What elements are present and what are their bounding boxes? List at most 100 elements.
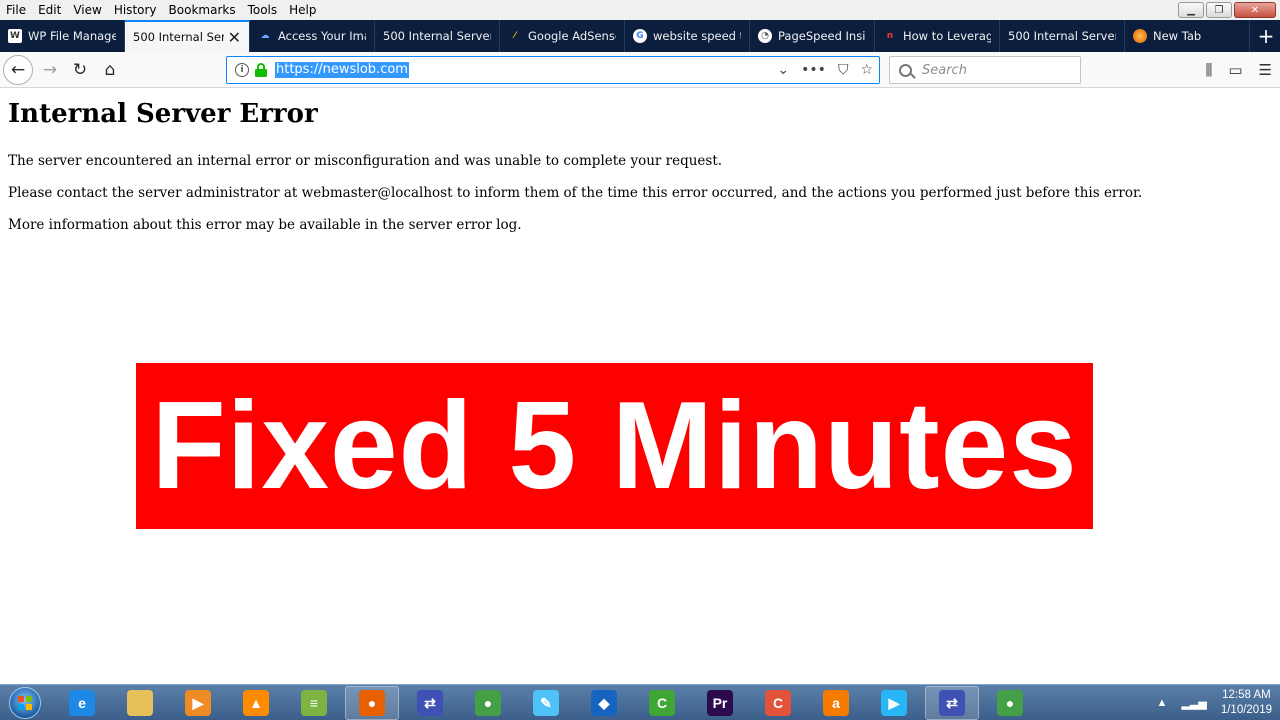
menu-history[interactable]: History [108, 0, 163, 20]
tab-500-internal-server-3[interactable]: 500 Internal Server Err [1000, 20, 1125, 52]
chevron-down-icon[interactable]: ⌄ [777, 62, 789, 78]
system-tray: ▲ ▂▃▅ 12:58 AM 1/10/2019 [1157, 685, 1272, 720]
taskbar-player-app-button[interactable]: ▶ [867, 686, 921, 720]
page-title: Internal Server Error [8, 99, 318, 129]
close-icon: ✕ [1250, 4, 1260, 16]
taskbar-network-app-button[interactable]: ⇄ [403, 686, 457, 720]
forward-button[interactable]: → [38, 56, 62, 84]
google-icon: G [633, 29, 647, 43]
taskbar-avast-button[interactable]: a [809, 686, 863, 720]
virtualbox-icon: ◆ [591, 690, 617, 716]
cloud-icon: ☁ [258, 29, 272, 43]
minimize-button[interactable]: ▁ [1178, 2, 1204, 18]
navigation-bar: ← → ↻ ⌂ i https://newslob.com ⌄ ••• ⛉ ☆ … [0, 52, 1280, 88]
tab-google-adsense[interactable]: ⁄ Google AdSense [500, 20, 625, 52]
plus-icon: + [1257, 24, 1275, 48]
tab-label: Google AdSense [528, 29, 616, 43]
taskbar: e ▶ ▲ ≡ ● ⇄ ● ✎ ◆ C Pr Ca ▶ ⇄ ● ▲ ▂▃▅ 12:58 AM 1/10/20… [0, 684, 1280, 720]
back-button[interactable]: ← [3, 55, 33, 85]
new-tab-button[interactable]: + [1252, 20, 1280, 52]
menu-bookmarks[interactable]: Bookmarks [163, 0, 242, 20]
taskbar-vlc-button[interactable]: ▲ [229, 686, 283, 720]
menu-view[interactable]: View [67, 0, 107, 20]
overlay-text: Fixed 5 Minutes [151, 377, 1078, 515]
menu-file[interactable]: File [0, 0, 32, 20]
clock[interactable]: 12:58 AM 1/10/2019 [1221, 688, 1272, 718]
close-window-button[interactable]: ✕ [1234, 2, 1276, 18]
tab-500-internal-server-active[interactable]: 500 Internal Server ✕ [125, 20, 250, 52]
taskbar-premiere-button[interactable]: Pr [693, 686, 747, 720]
overlay-banner: Fixed 5 Minutes [136, 363, 1093, 529]
tab-access-your-image[interactable]: ☁ Access Your Image [250, 20, 375, 52]
search-icon [899, 63, 912, 77]
pagespeed-icon: ◔ [758, 29, 772, 43]
wp-icon: W [8, 29, 22, 43]
taskbar-media-player-button[interactable]: ▶ [171, 686, 225, 720]
page-content: Internal Server Error The server encount… [0, 89, 1280, 684]
taskbar-network-app-2-button[interactable]: ⇄ [925, 686, 979, 720]
restore-icon: ❐ [1214, 4, 1224, 16]
taskbar-file-explorer-button[interactable] [113, 686, 167, 720]
arrow-left-icon: ← [10, 60, 26, 80]
more-actions-icon[interactable]: ••• [801, 62, 826, 78]
address-bar[interactable]: i https://newslob.com ⌄ ••• ⛉ ☆ [226, 56, 880, 84]
sidebar-icon[interactable]: ▭ [1228, 61, 1242, 79]
tab-website-speed-test[interactable]: G website speed te [625, 20, 750, 52]
tab-500-internal-server-2[interactable]: 500 Internal Server Err [375, 20, 500, 52]
clock-date: 1/10/2019 [1220, 704, 1272, 716]
taskbar-chrome-button[interactable]: ● [461, 686, 515, 720]
camtasia-recorder-icon: C [765, 690, 791, 716]
tab-label: website speed te [653, 29, 741, 43]
library-icon[interactable]: ⫼ [1205, 61, 1212, 79]
internet-explorer-icon: e [69, 690, 95, 716]
pocket-icon[interactable]: ⛉ [838, 62, 849, 78]
tab-how-to-leverage[interactable]: n How to Leverage [875, 20, 1000, 52]
taskbar-bluestacks-button[interactable]: ≡ [287, 686, 341, 720]
chrome-2-icon: ● [997, 690, 1023, 716]
close-tab-icon[interactable]: ✕ [228, 28, 241, 47]
start-button[interactable] [5, 686, 45, 720]
menu-help[interactable]: Help [283, 0, 322, 20]
info-icon[interactable]: i [235, 63, 249, 77]
tab-new-tab[interactable]: New Tab [1125, 20, 1250, 52]
menu-edit[interactable]: Edit [32, 0, 67, 20]
tray-expand-icon[interactable]: ▲ [1157, 697, 1168, 709]
clock-time: 12:58 AM [1222, 689, 1271, 701]
taskbar-camtasia-button[interactable]: C [635, 686, 689, 720]
url-text[interactable]: https://newslob.com [275, 62, 409, 78]
error-paragraph: The server encountered an internal error… [8, 153, 723, 169]
media-player-icon: ▶ [185, 690, 211, 716]
tab-label: Access Your Image [278, 29, 366, 43]
bookmark-star-icon[interactable]: ☆ [860, 62, 873, 78]
taskbar-virtualbox-button[interactable]: ◆ [577, 686, 631, 720]
tab-pagespeed-insights[interactable]: ◔ PageSpeed Insigh [750, 20, 875, 52]
tab-label: How to Leverage [903, 29, 991, 43]
taskbar-internet-explorer-button[interactable]: e [55, 686, 109, 720]
taskbar-chrome-2-button[interactable]: ● [983, 686, 1037, 720]
search-box[interactable] [889, 56, 1081, 84]
menu-tools[interactable]: Tools [242, 0, 284, 20]
notepad-app-icon: ✎ [533, 690, 559, 716]
home-icon: ⌂ [104, 60, 116, 80]
n-icon: n [886, 31, 894, 41]
lock-icon[interactable] [255, 63, 267, 77]
tab-label: 500 Internal Server [133, 30, 224, 44]
maximize-button[interactable]: ❐ [1206, 2, 1232, 18]
taskbar-notepad-app-button[interactable]: ✎ [519, 686, 573, 720]
tab-wp-file-manager[interactable]: W WP File Manager [0, 20, 125, 52]
hamburger-menu-icon[interactable]: ☰ [1259, 61, 1272, 79]
taskbar-camtasia-recorder-button[interactable]: C [751, 686, 805, 720]
taskbar-firefox-button[interactable]: ● [345, 686, 399, 720]
tab-strip: W WP File Manager 500 Internal Server ✕ … [0, 20, 1280, 52]
bluestacks-icon: ≡ [301, 690, 327, 716]
firefox-icon [1133, 29, 1147, 43]
tab-label: 500 Internal Server Err [1008, 29, 1116, 43]
network-signal-icon[interactable]: ▂▃▅ [1181, 697, 1206, 710]
reload-button[interactable]: ↻ [68, 56, 92, 84]
search-input[interactable] [922, 62, 1072, 78]
file-explorer-icon [127, 690, 153, 716]
minimize-icon: ▁ [1187, 4, 1195, 16]
vlc-icon: ▲ [243, 690, 269, 716]
home-button[interactable]: ⌂ [98, 56, 122, 84]
url-actions: ⌄ ••• ⛉ ☆ [777, 57, 873, 83]
